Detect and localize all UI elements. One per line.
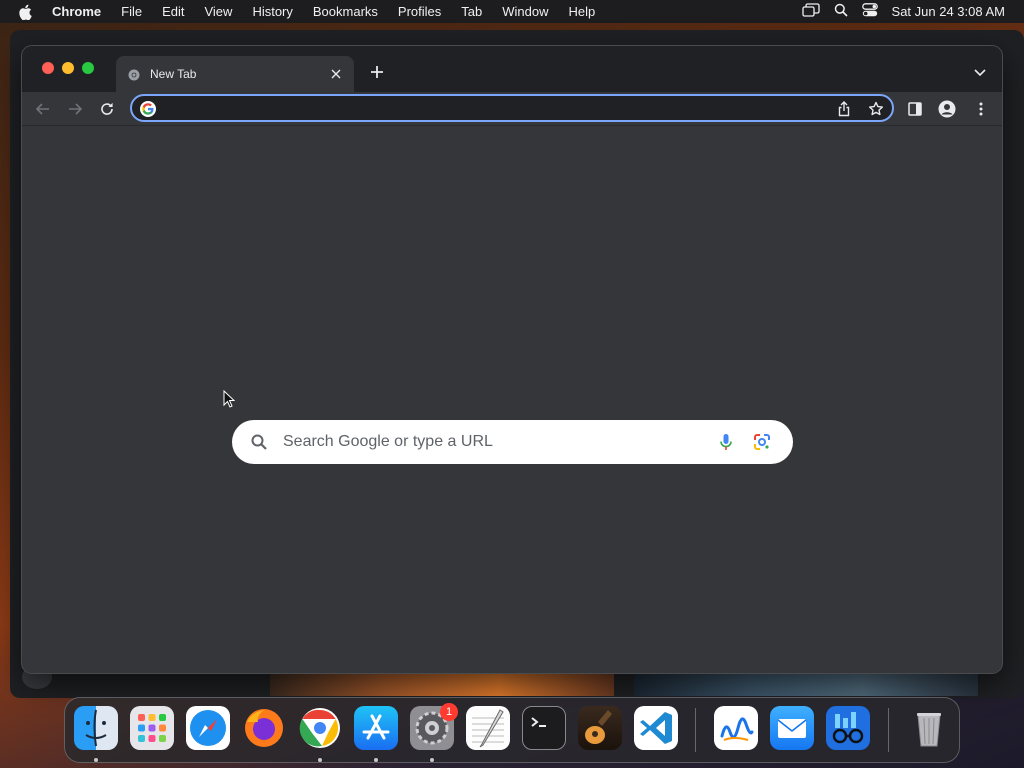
terminal-icon[interactable] bbox=[522, 706, 566, 750]
menu-file[interactable]: File bbox=[121, 4, 142, 19]
vscode-icon[interactable] bbox=[634, 706, 678, 750]
apple-menu-icon[interactable] bbox=[18, 4, 36, 20]
textedit-icon[interactable] bbox=[466, 706, 510, 750]
running-indicator bbox=[430, 758, 434, 762]
window-controls bbox=[42, 62, 94, 74]
garageband-icon[interactable] bbox=[578, 706, 622, 750]
bookmark-star-icon[interactable] bbox=[868, 101, 884, 117]
freeform-icon[interactable] bbox=[714, 706, 758, 750]
new-tab-page bbox=[22, 126, 1002, 673]
tab-search-chevron-icon[interactable] bbox=[972, 64, 988, 80]
back-arrow-icon[interactable] bbox=[34, 100, 52, 118]
chrome-icon[interactable] bbox=[298, 706, 342, 750]
notification-badge: 1 bbox=[440, 703, 458, 721]
menu-bar: Chrome File Edit View History Bookmarks … bbox=[0, 0, 1024, 23]
menu-tab[interactable]: Tab bbox=[461, 4, 482, 19]
dock bbox=[64, 697, 960, 763]
trash-icon[interactable] bbox=[907, 706, 951, 750]
forward-arrow-icon[interactable] bbox=[66, 100, 84, 118]
side-panel-icon[interactable] bbox=[906, 100, 924, 118]
reload-icon[interactable] bbox=[98, 100, 116, 118]
close-tab-icon[interactable] bbox=[328, 66, 344, 82]
voice-search-mic-icon[interactable] bbox=[716, 432, 736, 452]
zoom-window-button[interactable] bbox=[82, 62, 94, 74]
finder-icon[interactable] bbox=[74, 706, 118, 750]
minimize-window-button[interactable] bbox=[62, 62, 74, 74]
running-indicator bbox=[94, 758, 98, 762]
menu-window[interactable]: Window bbox=[502, 4, 548, 19]
tab-title: New Tab bbox=[150, 67, 197, 81]
control-center-icon[interactable] bbox=[861, 3, 878, 20]
menu-edit[interactable]: Edit bbox=[162, 4, 184, 19]
spotlight-icon[interactable] bbox=[834, 3, 848, 20]
launchpad-icon[interactable] bbox=[130, 706, 174, 750]
profile-avatar-icon[interactable] bbox=[938, 100, 956, 118]
address-input[interactable] bbox=[164, 98, 814, 118]
mail-icon[interactable] bbox=[770, 706, 814, 750]
running-indicator bbox=[318, 758, 322, 762]
screen-mirroring-icon[interactable] bbox=[801, 3, 820, 20]
dock-separator bbox=[695, 708, 696, 752]
firefox-icon[interactable] bbox=[242, 706, 286, 750]
chrome-favicon-icon bbox=[128, 68, 140, 81]
more-options-icon[interactable] bbox=[972, 100, 990, 118]
new-tab-icon[interactable] bbox=[368, 63, 386, 81]
menubar-clock[interactable]: Sat Jun 24 3:08 AM bbox=[892, 4, 1005, 19]
chrome-window: New Tab Search Google or type a URL bbox=[22, 46, 1002, 673]
search-placeholder: Search Google or type a URL bbox=[283, 433, 493, 450]
menu-app-name[interactable]: Chrome bbox=[52, 4, 101, 19]
google-lens-icon[interactable] bbox=[752, 432, 772, 452]
safari-icon[interactable] bbox=[186, 706, 230, 750]
running-indicator bbox=[374, 758, 378, 762]
close-window-button[interactable] bbox=[42, 62, 54, 74]
google-g-icon bbox=[140, 101, 156, 117]
menu-bookmarks[interactable]: Bookmarks bbox=[313, 4, 378, 19]
search-icon bbox=[250, 433, 268, 451]
dock-separator bbox=[888, 708, 889, 752]
menu-help[interactable]: Help bbox=[569, 4, 596, 19]
glasses-app-icon[interactable] bbox=[826, 706, 870, 750]
mouse-cursor-icon bbox=[223, 389, 236, 408]
tab-strip: New Tab bbox=[22, 46, 1002, 92]
tab-new-tab[interactable]: New Tab bbox=[116, 56, 354, 92]
menu-profiles[interactable]: Profiles bbox=[398, 4, 441, 19]
google-search-box[interactable]: Search Google or type a URL bbox=[232, 420, 793, 464]
menu-history[interactable]: History bbox=[252, 4, 292, 19]
app-store-icon[interactable] bbox=[354, 706, 398, 750]
menu-view[interactable]: View bbox=[204, 4, 232, 19]
desktop-thumbnail bbox=[270, 674, 614, 696]
desktop-thumbnail bbox=[634, 674, 978, 696]
share-icon[interactable] bbox=[836, 101, 852, 117]
address-bar[interactable] bbox=[130, 94, 894, 122]
